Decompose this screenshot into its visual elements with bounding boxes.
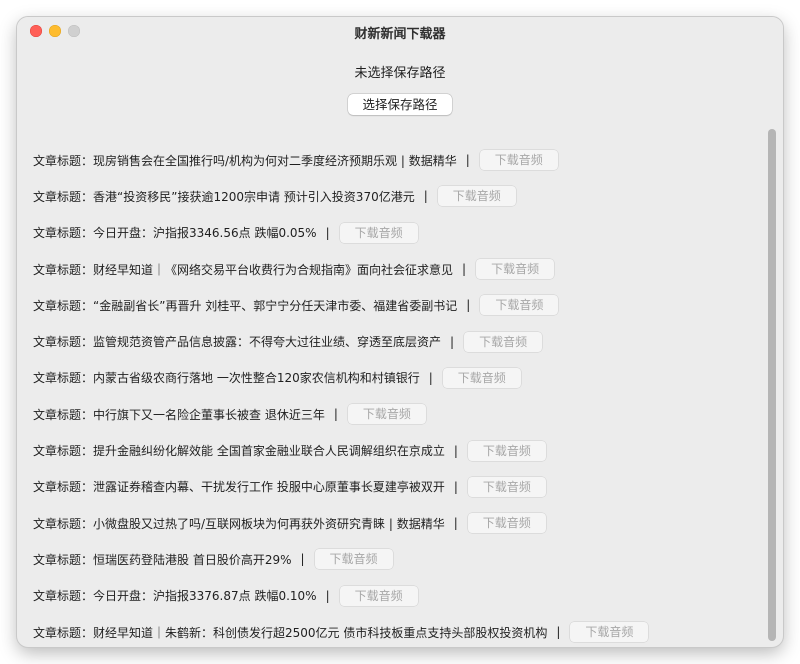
article-title: 恒瑞医药登陆港股 首日股价高开29% [93, 552, 292, 567]
window-title: 财新新闻下载器 [354, 27, 446, 42]
article-row: 文章标题： 中行旗下又一名险企董事长被查 退休近三年 | 下载音频 [33, 396, 763, 432]
download-audio-button[interactable]: 下载音频 [480, 295, 559, 316]
scrollbar[interactable] [767, 129, 777, 647]
download-audio-button[interactable]: 下载音频 [442, 367, 521, 388]
article-row: 文章标题： 财经早知道｜朱鹤新：科创债发行超2500亿元 债市科技板重点支持头部股… [33, 614, 763, 647]
separator: | [453, 516, 458, 531]
title-bar: 财新新闻下载器 [17, 17, 783, 45]
download-audio-button[interactable]: 下载音频 [570, 622, 649, 642]
article-row: 文章标题： 监管规范资管产品信息披露：不得夸大过往业绩、穿透至底层资产 | 下载音频 [33, 323, 763, 359]
article-title: 现房销售会在全国推行吗/机构为何对二季度经济预期乐观 | 数据精华 [93, 153, 457, 168]
separator: | [300, 552, 305, 567]
app-window: 财新新闻下载器 未选择保存路径 选择保存路径 文章标题： 现房销售会在全国推行吗/… [17, 17, 783, 647]
article-title: 泄露证券稽查内幕、干扰发行工作 投服中心原董事长夏建亭被双开 [93, 480, 445, 495]
article-title-prefix: 文章标题： [33, 335, 94, 350]
separator: | [453, 443, 458, 458]
article-title: “金融副省长”再晋升 刘桂平、郭宁宁分任天津市委、福建省委副书记 [93, 298, 458, 313]
article-title-prefix: 文章标题： [33, 371, 94, 386]
separator: | [325, 225, 330, 240]
download-audio-button[interactable]: 下载音频 [479, 150, 558, 171]
download-audio-button[interactable]: 下载音频 [476, 259, 555, 280]
article-title-prefix: 文章标题： [33, 625, 94, 640]
article-row: 文章标题： 泄露证券稽查内幕、干扰发行工作 投服中心原董事长夏建亭被双开 | 下载音频 [33, 469, 763, 505]
article-title: 内蒙古省级农商行落地 一次性整合120家农信机构和村镇银行 [93, 371, 420, 386]
article-title-prefix: 文章标题： [33, 552, 94, 567]
article-row: 文章标题： 内蒙古省级农商行落地 一次性整合120家农信机构和村镇银行 | 下载音频 [33, 360, 763, 396]
separator: | [466, 298, 471, 313]
choose-save-path-button[interactable]: 选择保存路径 [348, 94, 452, 115]
article-title: 财经早知道｜朱鹤新：科创债发行超2500亿元 债市科技板重点支持头部股权投资机构 [93, 625, 548, 640]
download-audio-button[interactable]: 下载音频 [437, 186, 516, 207]
separator: | [325, 588, 330, 603]
separator: | [428, 370, 433, 385]
article-title-prefix: 文章标题： [33, 589, 94, 604]
download-audio-button[interactable]: 下载音频 [314, 549, 393, 570]
separator: | [423, 189, 428, 204]
download-audio-button[interactable]: 下载音频 [467, 513, 546, 534]
scrollbar-thumb[interactable] [768, 129, 776, 641]
article-title: 财经早知道｜《网络交易平台收费行为合规指南》面向社会征求意见 [93, 262, 454, 277]
article-title: 香港“投资移民”接获逾1200宗申请 预计引入投资370亿港元 [93, 189, 415, 204]
article-row: 文章标题： 财经早知道｜《网络交易平台收费行为合规指南》面向社会征求意见 | 下载音频 [33, 251, 763, 287]
article-title-prefix: 文章标题： [33, 298, 94, 313]
article-title-prefix: 文章标题： [33, 516, 94, 531]
article-title: 今日开盘：沪指报3376.87点 跌幅0.10% [93, 589, 317, 604]
article-title: 中行旗下又一名险企董事长被查 退休近三年 [93, 407, 325, 422]
article-list: 文章标题： 现房销售会在全国推行吗/机构为何对二季度经济预期乐观 | 数据精华 | 下… [33, 142, 763, 647]
article-title: 小微盘股又过热了吗/互联网板块为何再获外资研究青睐 | 数据精华 [93, 516, 445, 531]
save-path-label: 未选择保存路径 [354, 66, 446, 81]
separator: | [465, 153, 470, 168]
article-title-prefix: 文章标题： [33, 444, 94, 459]
download-audio-button[interactable]: 下载音频 [467, 440, 546, 461]
article-title-prefix: 文章标题： [33, 153, 94, 168]
article-row: 文章标题： 香港“投资移民”接获逾1200宗申请 预计引入投资370亿港元 | 下载音… [33, 178, 763, 214]
article-title: 提升金融纠纷化解效能 全国首家金融业联合人民调解组织在京成立 [93, 444, 445, 459]
article-row: 文章标题： 今日开盘：沪指报3346.56点 跌幅0.05% | 下载音频 [33, 215, 763, 251]
article-row: 文章标题： 提升金融纠纷化解效能 全国首家金融业联合人民调解组织在京成立 | 下载音频 [33, 432, 763, 468]
article-row: 文章标题： 现房销售会在全国推行吗/机构为何对二季度经济预期乐观 | 数据精华 | 下… [33, 142, 763, 178]
download-audio-button[interactable]: 下载音频 [339, 585, 418, 606]
article-title-prefix: 文章标题： [33, 407, 94, 422]
article-row: 文章标题： 今日开盘：沪指报3376.87点 跌幅0.10% | 下载音频 [33, 578, 763, 614]
download-audio-button[interactable]: 下载音频 [347, 404, 426, 425]
separator: | [556, 625, 561, 639]
article-title: 监管规范资管产品信息披露：不得夸大过往业绩、穿透至底层资产 [93, 335, 442, 350]
separator: | [450, 334, 455, 349]
download-audio-button[interactable]: 下载音频 [467, 476, 546, 497]
article-title-prefix: 文章标题： [33, 262, 94, 277]
article-title-prefix: 文章标题： [33, 189, 94, 204]
article-row: 文章标题： “金融副省长”再晋升 刘桂平、郭宁宁分任天津市委、福建省委副书记 | 下载… [33, 287, 763, 323]
article-row: 文章标题： 恒瑞医药登陆港股 首日股价高开29% | 下载音频 [33, 541, 763, 577]
article-title: 今日开盘：沪指报3346.56点 跌幅0.05% [93, 226, 317, 241]
download-audio-button[interactable]: 下载音频 [339, 222, 418, 243]
separator: | [333, 407, 338, 422]
separator: | [462, 262, 467, 277]
separator: | [453, 479, 458, 494]
article-title-prefix: 文章标题： [33, 480, 94, 495]
article-row: 文章标题： 小微盘股又过热了吗/互联网板块为何再获外资研究青睐 | 数据精华 | 下载… [33, 505, 763, 541]
download-audio-button[interactable]: 下载音频 [464, 331, 543, 352]
article-title-prefix: 文章标题： [33, 226, 94, 241]
